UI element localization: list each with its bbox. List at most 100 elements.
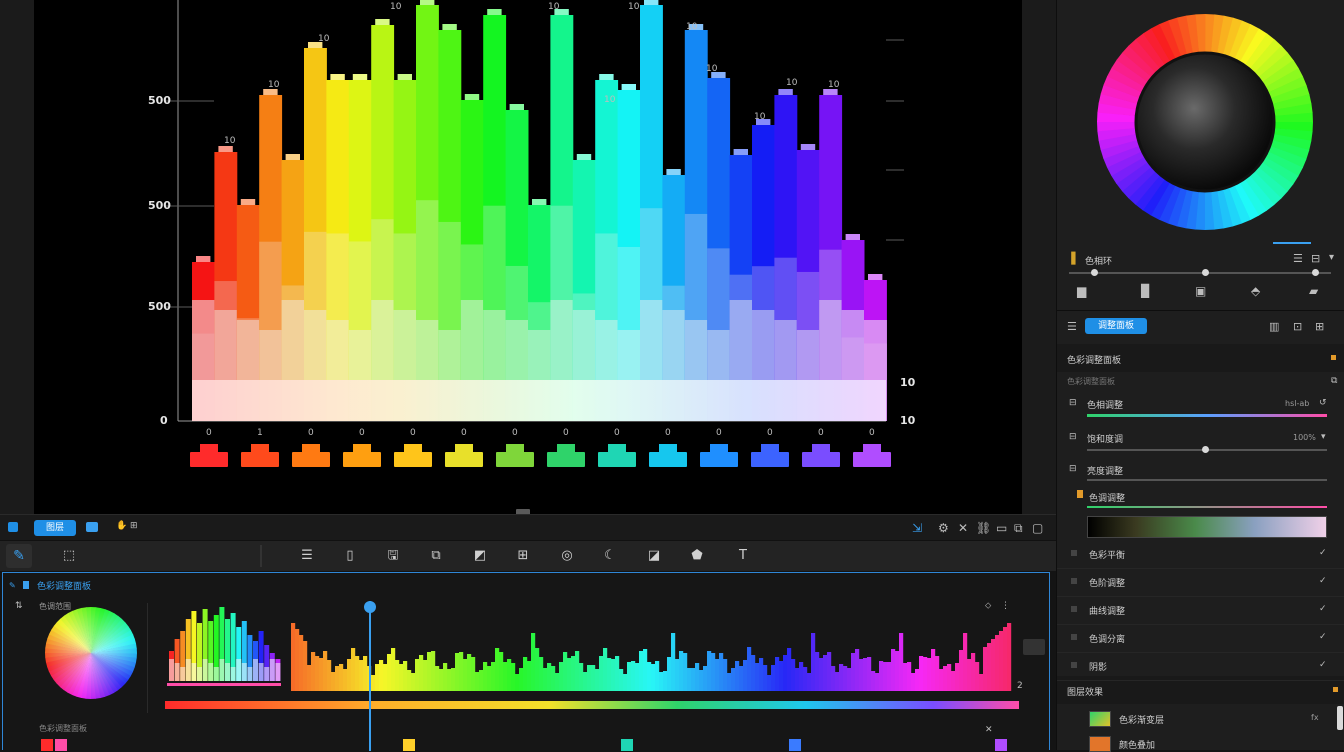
check-icon[interactable]: ✓ [1319,576,1327,586]
list-item-label[interactable]: 色调分离 [1089,632,1125,645]
list-item-label[interactable]: 阴影 [1089,660,1107,673]
chevron-down-icon[interactable]: ▾ [1329,252,1334,263]
layer-label[interactable]: 颜色叠加 [1119,738,1155,751]
export-icon[interactable]: ⇲ [912,521,928,535]
strip-bar [827,652,832,691]
list-icon[interactable]: ☰ [1067,320,1077,333]
wheel-slider-track[interactable] [1069,272,1331,274]
channel-swatches[interactable] [190,444,891,467]
mode-icon-5[interactable]: ▰ [1309,284,1318,298]
gradient-accent [1087,506,1327,508]
slider-knob[interactable] [1202,269,1209,276]
mini-hist-base [269,659,275,681]
strip-bar [515,674,520,691]
layer-label[interactable]: 色彩渐变层 [1119,713,1164,726]
channel-swatch [241,444,279,467]
list-item-label[interactable]: 曲线调整 [1089,604,1125,617]
window-icon[interactable]: ▢ [1032,521,1043,535]
align-icon[interactable]: ☰ [298,548,316,564]
playhead-knob[interactable] [364,601,376,613]
reset-icon[interactable]: ↺ [1319,398,1327,408]
scroll-handle[interactable] [1023,639,1045,655]
expand-icon[interactable]: ⧉ [1014,521,1023,536]
strip-bar [835,672,840,691]
spectrum-viewport[interactable]: 500 500 500 0 10 10 10 10 10 10 10 10 10… [34,0,1022,515]
grid-icon[interactable]: ⊞ [130,521,138,531]
panel-mark-icon [23,581,29,589]
strip-bar [879,661,884,691]
mini-hist-base [253,659,258,681]
strip-bar [623,674,628,691]
tone-gradient-preview[interactable] [1087,516,1327,538]
text-icon[interactable]: T [734,548,752,564]
strip-bar [639,651,644,691]
mini-color-wheel[interactable] [41,603,141,703]
panel-link-icon[interactable]: ✎ [9,581,17,590]
layers-icon[interactable] [86,522,98,532]
window-icon[interactable]: ▭ [996,521,1007,535]
layer-thumbnail[interactable] [1089,711,1111,727]
slider-knob[interactable] [1091,269,1098,276]
mode-icon-2[interactable]: ▉ [1141,284,1150,298]
tab-adjust[interactable]: 调整面板 [1085,318,1147,334]
shape-icon[interactable]: ⬟ [688,548,706,564]
bar-cap [509,104,524,110]
cross-icon[interactable]: ✕ [958,521,968,535]
panel-icon[interactable]: ▥ [1269,320,1279,333]
tab-layers[interactable]: 图层 [34,520,76,536]
save-icon[interactable]: 🖫 [384,548,402,564]
pen-icon[interactable]: ✎ [6,544,32,568]
strip-bar [551,666,556,691]
strip-bar [291,623,296,691]
strip-bar [471,657,476,691]
lock-icon[interactable]: ⊟ [1311,252,1320,265]
grid-icon[interactable]: ⊞ [514,548,532,564]
strip-bar [467,654,472,691]
lock-icon[interactable]: ⊡ [1293,320,1302,333]
crop-icon[interactable]: ◩ [471,548,489,564]
slider-knob[interactable] [1202,446,1209,453]
mini-hist-base [208,663,214,681]
bar-cap [330,74,345,80]
check-icon[interactable]: ✓ [1319,604,1327,614]
list-item-label[interactable]: 色阶调整 [1089,576,1125,589]
brightness-slider[interactable] [1087,479,1327,481]
hue-slider[interactable] [1087,414,1327,417]
check-icon[interactable]: ✓ [1319,660,1327,670]
strip-bar [603,648,608,691]
select-icon[interactable]: ⬚ [60,548,78,564]
list-item-icon [1071,578,1077,584]
playhead-line[interactable] [369,601,371,751]
strip-bar [967,659,972,691]
expand-icon[interactable]: ⧉ [1331,376,1337,386]
strip-bar [683,653,688,691]
panel-toggle-icon[interactable] [8,522,18,532]
strip-bar [927,658,932,691]
mask-icon[interactable]: ◪ [645,548,663,564]
hand-icon[interactable]: ✋ [116,521,127,531]
list-item-label[interactable]: 色彩平衡 [1089,548,1125,561]
mode-icon-4[interactable]: ⬘ [1251,284,1260,298]
frame-icon[interactable]: ▯ [341,548,359,564]
mode-icon-1[interactable]: ▆ [1077,284,1086,298]
color-wheel[interactable] [1095,12,1315,232]
check-icon[interactable]: ✓ [1319,548,1327,558]
link-icon[interactable]: ⛓ [976,521,991,535]
strip-bar [419,655,424,691]
mode-icon-3[interactable]: ▣ [1195,284,1206,298]
strip-bar [627,662,632,691]
menu-icon[interactable]: ☰ [1293,252,1303,265]
curve-icon[interactable]: ☾ [601,548,619,564]
dropdown-icon[interactable]: ▾ [1321,432,1326,442]
check-icon[interactable]: ✓ [1319,632,1327,642]
target-icon[interactable]: ◎ [558,548,576,564]
settings-icon[interactable]: ⚙ [938,521,949,535]
slider-knob[interactable] [1312,269,1319,276]
layers-icon[interactable]: ⧉ [427,548,445,564]
options-icon[interactable]: ⋮ [1001,601,1010,611]
channel-label: 0 [308,428,314,438]
grid-icon[interactable]: ⊞ [1315,320,1324,333]
pin-icon[interactable]: ⬦ [985,601,991,611]
hue-gradient-bar[interactable] [165,701,1019,709]
scrollbar-thumb[interactable] [1337,706,1343,730]
